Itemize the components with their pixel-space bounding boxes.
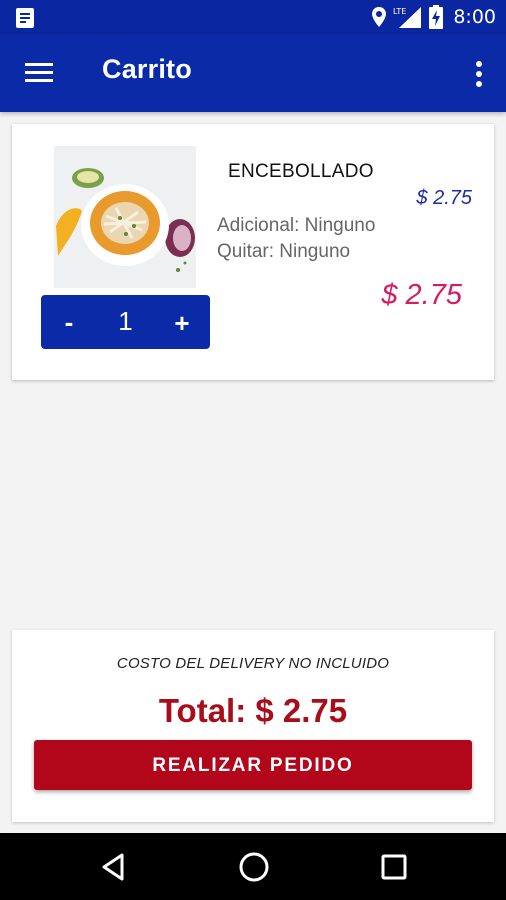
line-total-price: $ 2.75: [381, 279, 462, 311]
removals-text: Quitar: Ninguno: [217, 241, 351, 262]
quantity-value: 1: [118, 306, 133, 336]
quantity-stepper: - 1 +: [41, 295, 210, 349]
product-name: ENCEBOLLADO: [228, 161, 374, 182]
place-order-button[interactable]: REALIZAR PEDIDO: [34, 740, 472, 790]
hamburger-menu-icon[interactable]: [24, 60, 54, 86]
signal-icon: LTE: [393, 7, 422, 28]
back-icon[interactable]: [98, 851, 130, 883]
app-bar: Carrito: [0, 34, 506, 112]
location-pin-icon: [372, 7, 387, 27]
status-bar: LTE 8:00: [0, 0, 506, 34]
order-summary-card: COSTO DEL DELIVERY NO INCLUIDO Total: $ …: [12, 630, 494, 822]
delivery-note: COSTO DEL DELIVERY NO INCLUIDO: [116, 655, 390, 672]
home-icon[interactable]: [237, 850, 271, 884]
cart-item-card: - 1 + ENCEBOLLADO $ 2.75 Adicional: Ning…: [12, 124, 494, 380]
system-nav-bar: [0, 833, 506, 900]
increase-quantity-button[interactable]: +: [154, 295, 210, 349]
soup-bowl-illustration: [54, 146, 196, 288]
page-title: Carrito: [102, 54, 192, 84]
order-total: Total: $ 2.75: [158, 692, 348, 729]
product-image: [54, 146, 196, 288]
notes-icon: [16, 8, 34, 28]
network-type-label: LTE: [393, 7, 406, 16]
battery-charging-icon: [429, 5, 444, 29]
additions-text: Adicional: Ninguno: [217, 215, 376, 236]
unit-price: $ 2.75: [416, 187, 472, 209]
status-icons: LTE 8:00: [371, 0, 496, 34]
status-time: 8:00: [453, 6, 496, 28]
recent-apps-icon[interactable]: [380, 853, 408, 881]
decrease-quantity-button[interactable]: -: [41, 295, 97, 349]
more-vert-icon[interactable]: [472, 60, 486, 88]
